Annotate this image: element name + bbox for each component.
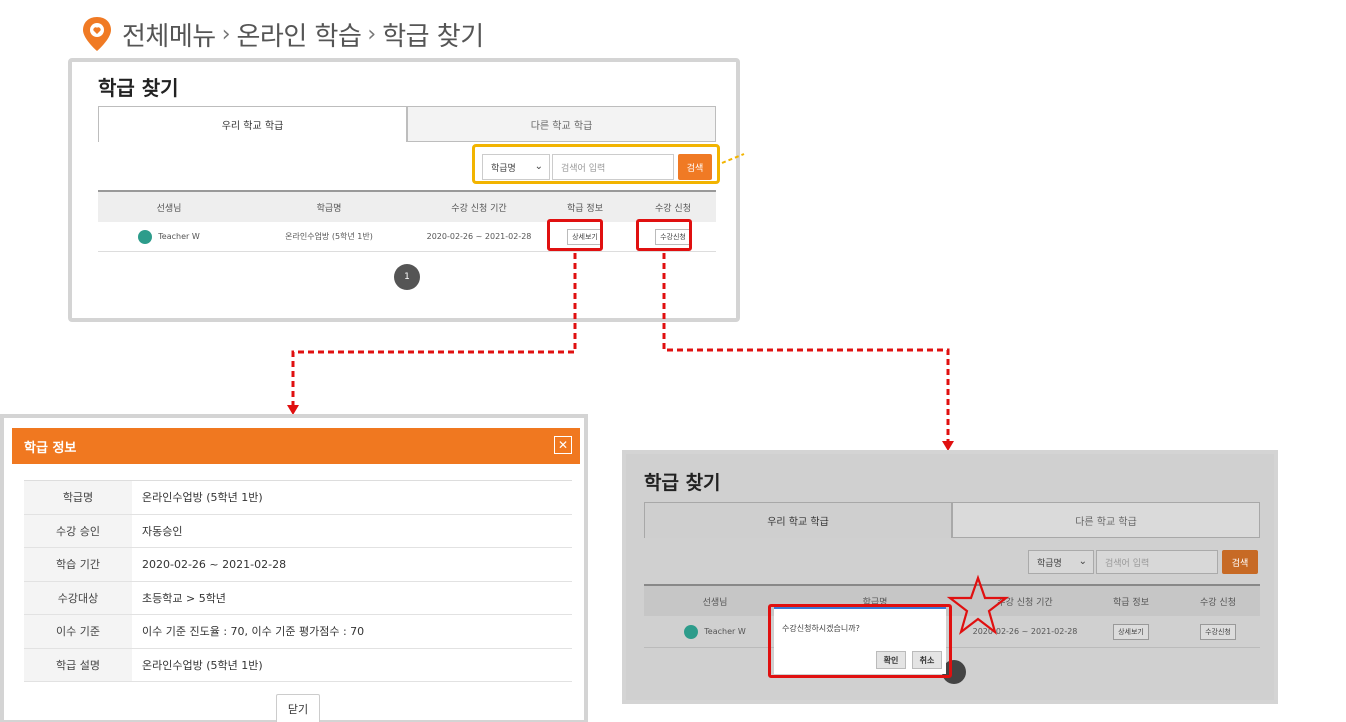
apply-button[interactable]: 수강신청 bbox=[1200, 623, 1236, 640]
search-highlight-box bbox=[472, 144, 720, 184]
column-apply: 수강 신청 bbox=[655, 203, 691, 214]
teacher-name: Teacher W bbox=[158, 232, 200, 241]
tab-other-school[interactable]: 다른 학교 학급 bbox=[407, 106, 716, 142]
info-label: 이수 기준 bbox=[24, 615, 132, 648]
close-icon[interactable]: ✕ bbox=[554, 436, 572, 454]
info-table: 학급명 온라인수업방 (5학년 1반) 수강 승인 자동승인 학습 기간 202… bbox=[24, 480, 572, 682]
column-period: 수강 신청 기간 bbox=[997, 597, 1053, 608]
page-title: 학급 찾기 bbox=[644, 472, 721, 494]
info-row: 학급명 온라인수업방 (5학년 1반) bbox=[24, 481, 572, 515]
period-cell: 2020-02-26 ~ 2021-02-28 bbox=[426, 232, 532, 241]
modal-header: 학급 정보 ✕ bbox=[12, 428, 580, 464]
column-class-info: 학급 정보 bbox=[567, 203, 603, 214]
tab-other-school[interactable]: 다른 학교 학급 bbox=[952, 502, 1260, 538]
column-period: 수강 신청 기간 bbox=[451, 203, 507, 214]
info-label: 학습 기간 bbox=[24, 548, 132, 581]
page-button[interactable]: 1 bbox=[394, 264, 420, 290]
apply-highlight-box bbox=[636, 219, 692, 251]
info-value: 자동승인 bbox=[142, 524, 183, 538]
tab-bar: 우리 학교 학급 다른 학교 학급 bbox=[98, 106, 716, 142]
location-pin-icon bbox=[80, 15, 114, 53]
column-teacher: 선생님 bbox=[702, 597, 728, 608]
column-apply: 수강 신청 bbox=[1200, 597, 1236, 608]
class-info-modal: 학급 정보 ✕ 학급명 온라인수업방 (5학년 1반) 수강 승인 자동승인 학… bbox=[0, 414, 588, 722]
table-header: 선생님 학급명 수강 신청 기간 학급 정보 수강 신청 bbox=[644, 584, 1260, 616]
info-label: 수강 승인 bbox=[24, 514, 132, 547]
info-row: 학급 설명 온라인수업방 (5학년 1반) bbox=[24, 648, 572, 682]
teacher-cell: Teacher W bbox=[644, 624, 786, 639]
class-name-cell: 온라인수업방 (5학년 1반) bbox=[285, 232, 373, 241]
confirm-highlight-box bbox=[768, 604, 952, 678]
page-title: 학급 찾기 bbox=[98, 76, 179, 100]
info-value: 온라인수업방 (5학년 1반) bbox=[142, 491, 263, 505]
chevron-down-icon: ⌄ bbox=[1078, 555, 1087, 567]
column-class-name: 학급명 bbox=[316, 203, 342, 214]
breadcrumb-item-online[interactable]: 온라인 학습 bbox=[237, 16, 362, 53]
info-label: 학급명 bbox=[24, 481, 132, 514]
modal-close-button[interactable]: 닫기 bbox=[276, 694, 320, 722]
table-header: 선생님 학급명 수강 신청 기간 학급 정보 수강 신청 bbox=[98, 190, 716, 222]
search-type-value: 학급명 bbox=[1037, 558, 1062, 569]
search-placeholder: 검색어 입력 bbox=[1105, 558, 1150, 569]
info-value: 온라인수업방 (5학년 1반) bbox=[142, 658, 263, 672]
period-cell: 2020-02-26 ~ 2021-02-28 bbox=[972, 627, 1078, 636]
info-value: 초등학교 > 5학년 bbox=[142, 591, 226, 605]
tab-our-school[interactable]: 우리 학교 학급 bbox=[644, 502, 952, 538]
table-row: Teacher W 온라인수업방 (5학년 1반) 2020-02-26 ~ 2… bbox=[98, 222, 716, 252]
column-class-info: 학급 정보 bbox=[1113, 597, 1149, 608]
info-label: 학급 설명 bbox=[24, 648, 132, 681]
info-value: 이수 기준 진도율 : 70, 이수 기준 평가점수 : 70 bbox=[142, 625, 365, 639]
info-value: 2020-02-26 ~ 2021-02-28 bbox=[142, 557, 287, 571]
apply-cell: 수강신청 bbox=[1176, 623, 1260, 640]
breadcrumb: 전체메뉴 › 온라인 학습 › 학급 찾기 bbox=[80, 14, 484, 54]
teacher-cell: Teacher W bbox=[98, 229, 240, 244]
class-search-panel: 학급 찾기 우리 학교 학급 다른 학교 학급 학급명 ⌄ 검색어 입력 검색 … bbox=[68, 58, 740, 322]
search-input[interactable]: 검색어 입력 bbox=[1096, 550, 1218, 574]
avatar bbox=[138, 229, 153, 244]
breadcrumb-item-menu[interactable]: 전체메뉴 bbox=[122, 16, 216, 53]
detail-cell: 상세보기 bbox=[1086, 623, 1176, 640]
info-row: 수강 승인 자동승인 bbox=[24, 514, 572, 548]
search-button[interactable]: 검색 bbox=[1222, 550, 1258, 574]
breadcrumb-item-current: 학급 찾기 bbox=[382, 21, 484, 52]
info-row: 이수 기준 이수 기준 진도율 : 70, 이수 기준 평가점수 : 70 bbox=[24, 615, 572, 649]
breadcrumb-separator: › bbox=[367, 21, 377, 47]
search-type-select[interactable]: 학급명 ⌄ bbox=[1028, 550, 1094, 574]
detail-highlight-box bbox=[547, 219, 603, 251]
column-teacher: 선생님 bbox=[156, 203, 182, 214]
table-row: Teacher W 2020-02-26 ~ 2021-02-28 상세보기 수… bbox=[644, 616, 1260, 648]
info-label: 수강대상 bbox=[24, 581, 132, 614]
detail-button[interactable]: 상세보기 bbox=[1113, 623, 1149, 640]
avatar bbox=[684, 624, 699, 639]
info-row: 수강대상 초등학교 > 5학년 bbox=[24, 581, 572, 615]
modal-title: 학급 정보 bbox=[24, 440, 77, 456]
breadcrumb-separator: › bbox=[221, 21, 231, 47]
tab-bar: 우리 학교 학급 다른 학교 학급 bbox=[644, 502, 1260, 538]
info-row: 학습 기간 2020-02-26 ~ 2021-02-28 bbox=[24, 548, 572, 582]
tab-our-school[interactable]: 우리 학교 학급 bbox=[98, 106, 407, 142]
teacher-name: Teacher W bbox=[704, 627, 746, 636]
